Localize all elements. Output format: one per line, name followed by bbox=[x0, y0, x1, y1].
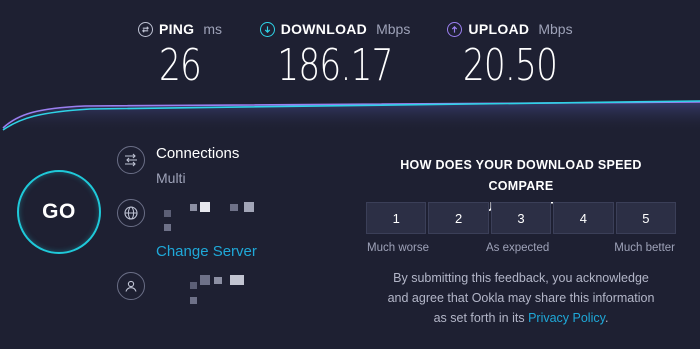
connections-title: Connections bbox=[156, 145, 240, 162]
go-label: GO bbox=[42, 200, 76, 223]
rating-label-high: Much better bbox=[614, 242, 675, 254]
disclaimer-line3-prefix: as set forth in its bbox=[433, 311, 525, 325]
ping-header: PING ms bbox=[125, 18, 235, 40]
download-metric: DOWNLOAD Mbps 186.17 bbox=[245, 18, 425, 90]
rating-label-low: Much worse bbox=[367, 242, 429, 254]
download-value: 186.17 bbox=[277, 40, 393, 91]
redacted-server-location bbox=[164, 210, 171, 217]
disclaimer-line1: By submitting this feedback, you acknowl… bbox=[393, 271, 649, 285]
redacted-server-name bbox=[190, 204, 197, 211]
ping-unit: ms bbox=[203, 21, 223, 37]
redacted-server-location bbox=[164, 224, 171, 231]
rating-button-5[interactable]: 5 bbox=[615, 202, 677, 234]
rating-scale: 1 2 3 4 5 bbox=[366, 202, 677, 234]
download-label: DOWNLOAD bbox=[280, 21, 368, 37]
connections-icon bbox=[117, 146, 145, 174]
rating-label-mid: As expected bbox=[486, 242, 550, 254]
redacted-provider bbox=[190, 282, 197, 289]
redacted-provider bbox=[200, 275, 210, 285]
rating-button-3[interactable]: 3 bbox=[490, 202, 552, 234]
redacted-provider bbox=[230, 275, 244, 285]
ping-metric: PING ms 26 bbox=[125, 18, 235, 90]
feedback-question-line1: HOW DOES YOUR DOWNLOAD SPEED COMPARE bbox=[400, 158, 642, 193]
upload-unit: Mbps bbox=[538, 21, 573, 37]
rating-button-1[interactable]: 1 bbox=[366, 202, 427, 234]
rating-button-2[interactable]: 2 bbox=[428, 202, 489, 234]
speedtest-window: PING ms 26 DOWNLOAD Mbps 186.17 UPLOAD M… bbox=[0, 0, 700, 349]
ping-label: PING bbox=[158, 21, 195, 37]
download-arrow-icon bbox=[259, 21, 275, 37]
upload-header: UPLOAD Mbps bbox=[435, 18, 585, 40]
upload-metric: UPLOAD Mbps 20.50 bbox=[435, 18, 585, 90]
redacted-server-name bbox=[230, 204, 238, 211]
upload-label: UPLOAD bbox=[468, 21, 530, 37]
speed-graph bbox=[0, 100, 700, 132]
redacted-server-name bbox=[244, 202, 254, 212]
disclaimer-line2: and agree that Ookla may share this info… bbox=[387, 291, 655, 305]
user-icon bbox=[117, 272, 145, 300]
disclaimer-line3: as set forth in its Privacy Policy. bbox=[366, 308, 676, 328]
ping-value: 26 bbox=[158, 40, 202, 91]
privacy-policy-link[interactable]: Privacy Policy bbox=[528, 311, 605, 325]
rating-button-4[interactable]: 4 bbox=[553, 202, 614, 234]
go-button[interactable]: GO bbox=[17, 170, 101, 254]
change-server-link[interactable]: Change Server bbox=[156, 243, 257, 260]
redacted-server-name bbox=[200, 202, 210, 212]
redacted-provider-ip bbox=[190, 297, 197, 304]
connections-value: Multi bbox=[156, 170, 186, 186]
globe-icon bbox=[117, 199, 145, 227]
redacted-provider bbox=[214, 277, 222, 284]
feedback-disclaimer: By submitting this feedback, you acknowl… bbox=[366, 268, 676, 328]
upload-arrow-icon bbox=[447, 21, 463, 37]
disclaimer-line3-suffix: . bbox=[604, 311, 609, 325]
download-unit: Mbps bbox=[376, 21, 411, 37]
ping-icon bbox=[137, 21, 153, 37]
upload-value: 20.50 bbox=[462, 40, 558, 91]
download-header: DOWNLOAD Mbps bbox=[245, 18, 425, 40]
